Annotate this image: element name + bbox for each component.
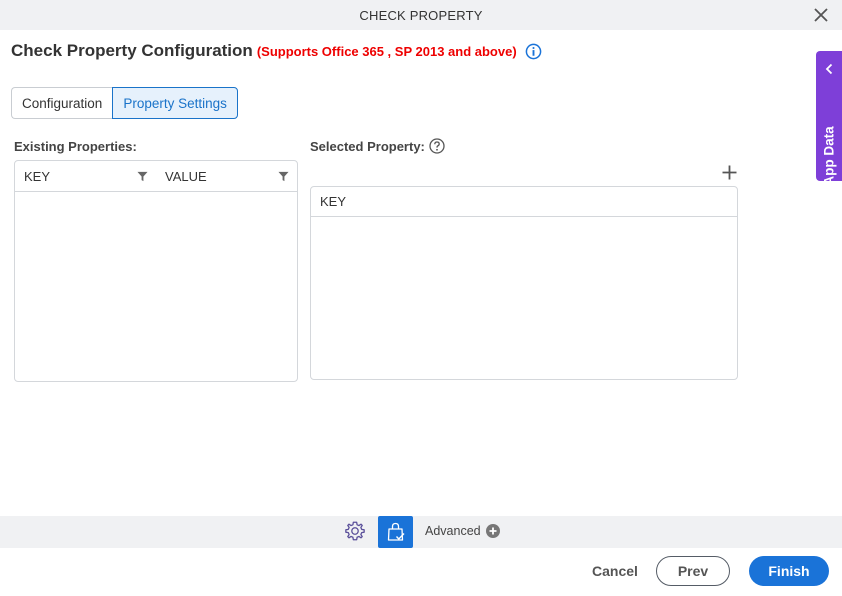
grid-header: KEY VALUE	[15, 161, 297, 192]
tab-bar: Configuration Property Settings	[11, 87, 238, 119]
column-key-label: KEY	[320, 194, 347, 209]
selected-property-label: Selected Property:	[310, 138, 445, 154]
tab-property-settings[interactable]: Property Settings	[112, 87, 238, 119]
plus-icon[interactable]	[721, 164, 738, 181]
app-store-button[interactable]	[378, 516, 413, 548]
existing-properties-label: Existing Properties:	[14, 139, 137, 154]
shopping-bag-check-icon	[387, 522, 405, 541]
selected-property-grid: KEY	[310, 186, 738, 380]
advanced-label: Advanced	[425, 524, 481, 538]
column-key-label: KEY	[24, 168, 51, 184]
app-data-panel-toggle[interactable]: App Data	[816, 51, 842, 186]
column-header-key[interactable]: KEY	[311, 187, 737, 216]
app-data-label: App Data	[821, 126, 837, 186]
cancel-button[interactable]: Cancel	[592, 563, 638, 579]
bottom-toolbar	[0, 516, 842, 548]
prev-button[interactable]: Prev	[656, 556, 730, 586]
chevron-left-icon	[825, 63, 833, 75]
page-heading: Check Property Configuration (Supports O…	[11, 41, 542, 61]
filter-icon[interactable]	[278, 171, 289, 182]
existing-properties-label-text: Existing Properties:	[14, 139, 137, 154]
column-header-key[interactable]: KEY	[15, 161, 156, 191]
existing-properties-grid: KEY VALUE	[14, 160, 298, 382]
grid-header: KEY	[311, 187, 737, 217]
gear-icon[interactable]	[344, 520, 366, 542]
column-header-value[interactable]: VALUE	[156, 161, 297, 191]
plus-circle-icon	[485, 524, 500, 538]
tab-configuration[interactable]: Configuration	[11, 87, 113, 119]
support-note: (Supports Office 365 , SP 2013 and above…	[256, 43, 517, 59]
dialog-titlebar: CHECK PROPERTY	[0, 0, 842, 30]
selected-property-label-text: Selected Property:	[310, 138, 425, 154]
finish-button[interactable]: Finish	[749, 556, 829, 586]
column-value-label: VALUE	[165, 168, 207, 184]
page-title: Check Property Configuration	[11, 41, 253, 60]
info-icon[interactable]	[525, 43, 542, 60]
filter-icon[interactable]	[137, 171, 148, 182]
advanced-toggle[interactable]: Advanced	[425, 524, 500, 538]
help-icon[interactable]	[429, 138, 445, 154]
dialog-title: CHECK PROPERTY	[359, 7, 483, 23]
close-icon[interactable]	[812, 6, 830, 24]
